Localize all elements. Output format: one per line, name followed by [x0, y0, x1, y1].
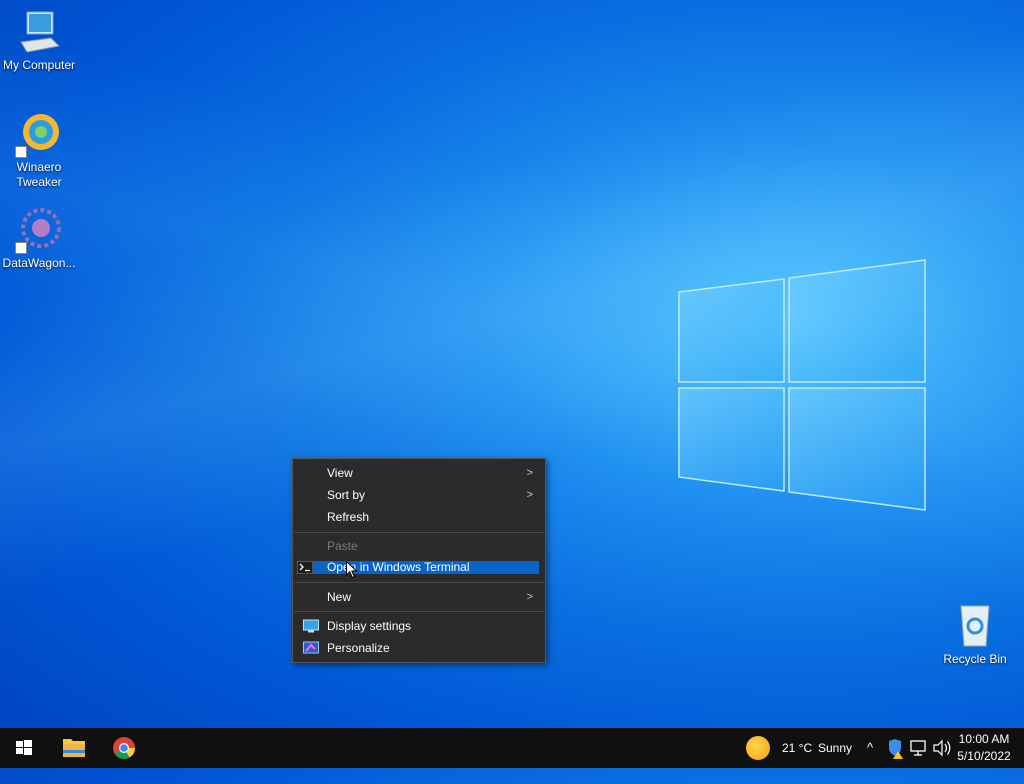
menu-separator [294, 532, 544, 533]
menu-item-new[interactable]: New > [299, 589, 539, 605]
taskbar: 21 °C Sunny ^ 10:00 AM 5/10/2022 [0, 728, 1024, 768]
terminal-icon [296, 560, 314, 575]
windows-logo-wallpaper [678, 259, 926, 511]
menu-item-open-terminal[interactable]: Open in Windows Terminal [296, 560, 539, 575]
desktop-icon-label: My Computer [2, 58, 76, 72]
taskbar-clock[interactable]: 10:00 AM 5/10/2022 [954, 731, 1014, 765]
menu-item-refresh[interactable]: Refresh [299, 509, 539, 525]
shortcut-arrow-icon [15, 242, 27, 254]
defender-tray-button[interactable] [886, 728, 906, 768]
winaero-icon [15, 110, 63, 158]
file-explorer-button[interactable] [50, 728, 98, 768]
desktop-icon-label: Recycle Bin [943, 652, 1007, 666]
chrome-icon [113, 737, 135, 759]
menu-item-display-settings[interactable]: Display settings [299, 618, 539, 634]
network-icon [910, 740, 926, 756]
menu-separator [294, 611, 544, 612]
menu-item-sort-by[interactable]: Sort by > [299, 487, 539, 503]
clock-date: 5/10/2022 [957, 749, 1011, 763]
menu-item-personalize[interactable]: Personalize [299, 640, 539, 656]
personalize-icon [303, 641, 319, 655]
chevron-right-icon: > [526, 591, 533, 603]
shortcut-arrow-icon [15, 146, 27, 158]
chevron-right-icon: > [526, 467, 533, 479]
desktop-icon-my-computer[interactable]: My Computer [0, 8, 78, 73]
weather-widget[interactable]: 21 °C Sunny [744, 728, 854, 768]
computer-icon [15, 8, 63, 56]
desktop-icon-label: DataWagon... [2, 256, 76, 270]
menu-item-paste[interactable]: Paste [299, 538, 539, 554]
start-icon [16, 740, 32, 755]
display-icon [303, 619, 319, 633]
chrome-button[interactable] [100, 728, 148, 768]
menu-item-view[interactable]: View > [299, 465, 539, 481]
chevron-right-icon: > [526, 489, 533, 501]
shield-warning-icon [889, 739, 903, 759]
desktop-icon-datawagon[interactable]: DataWagon... [0, 206, 78, 271]
desktop-icon-winaero-tweaker[interactable]: Winaero Tweaker [0, 110, 78, 190]
menu-separator [294, 582, 544, 583]
clock-time: 10:00 AM [958, 732, 1010, 746]
weather-condition: Sunny [818, 741, 853, 755]
volume-tray-button[interactable] [932, 728, 954, 768]
sun-icon [746, 736, 770, 760]
desktop-icon-label: Winaero Tweaker [16, 160, 62, 189]
mouse-pointer-icon [346, 561, 358, 579]
speaker-icon [933, 739, 951, 757]
desktop-icon-recycle-bin[interactable]: Recycle Bin [936, 602, 1014, 667]
datawagon-icon [15, 206, 63, 254]
recycle-bin-icon [951, 602, 999, 650]
file-explorer-icon [63, 739, 85, 757]
weather-temp: 21 °C [782, 741, 813, 755]
show-hidden-icons-button[interactable]: ^ [862, 728, 878, 768]
desktop-context-menu: View > Sort by > Refresh Paste Open in W… [292, 458, 546, 663]
chevron-up-icon: ^ [866, 740, 874, 755]
start-button[interactable] [0, 728, 48, 768]
network-tray-button[interactable] [908, 728, 930, 768]
